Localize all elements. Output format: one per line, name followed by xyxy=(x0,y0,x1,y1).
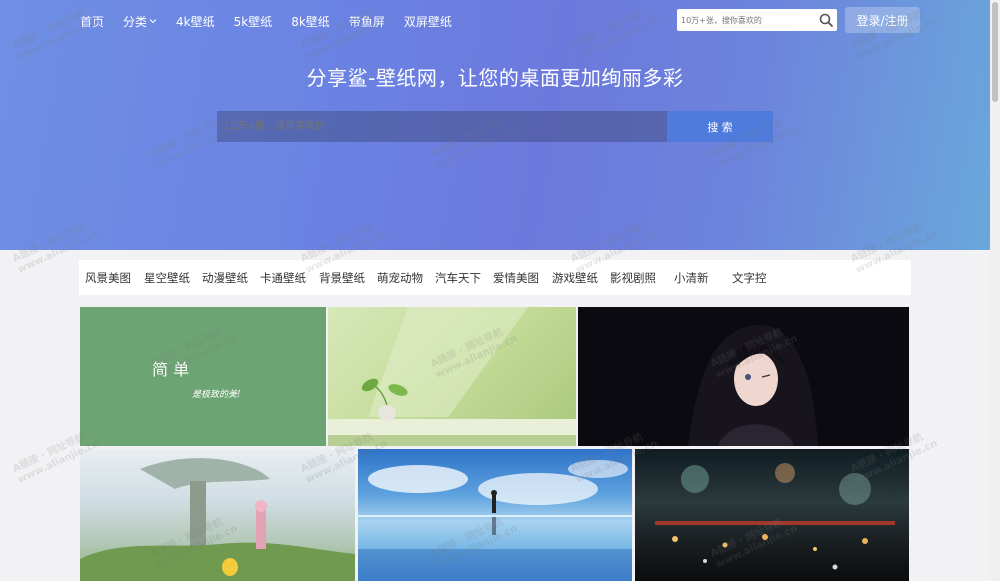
page-scrollbar[interactable] xyxy=(990,0,1000,581)
nav-ultrawide[interactable]: 带鱼屏 xyxy=(349,13,385,30)
wallpaper-image xyxy=(358,460,632,581)
category-background[interactable]: 背景壁纸 xyxy=(319,270,365,286)
wallpaper-tile-simple[interactable]: 简 单 是极致的美! xyxy=(80,307,326,446)
nav-8k[interactable]: 8k壁纸 xyxy=(291,13,330,30)
top-search-box xyxy=(677,9,837,31)
search-icon[interactable] xyxy=(818,12,834,28)
category-starry-sky[interactable]: 星空壁纸 xyxy=(144,270,190,286)
category-anime[interactable]: 动漫壁纸 xyxy=(202,270,248,286)
category-cartoon[interactable]: 卡通壁纸 xyxy=(260,270,306,286)
category-bar: 风景美图 星空壁纸 动漫壁纸 卡通壁纸 背景壁纸 萌宠动物 汽车天下 爱情美图 … xyxy=(79,260,911,295)
category-film[interactable]: 影视剧照 xyxy=(610,270,656,286)
nav-category[interactable]: 分类 xyxy=(123,13,157,30)
category-text[interactable]: 文字控 xyxy=(732,270,767,286)
wallpaper-image xyxy=(655,463,895,570)
hero-search: 搜 索 xyxy=(217,111,773,142)
category-love[interactable]: 爱情美图 xyxy=(493,270,539,286)
nav-4k[interactable]: 4k壁纸 xyxy=(176,13,215,30)
wallpaper-tile-anime-girl[interactable] xyxy=(578,307,909,446)
wallpaper-image xyxy=(80,458,355,581)
hero-search-button[interactable]: 搜 索 xyxy=(667,111,773,142)
wallpaper-image xyxy=(328,307,576,446)
nav-5k[interactable]: 5k壁纸 xyxy=(234,13,273,30)
chevron-down-icon xyxy=(149,19,157,24)
category-pets[interactable]: 萌宠动物 xyxy=(377,270,423,286)
wallpaper-image xyxy=(688,324,818,446)
top-search-input[interactable] xyxy=(677,9,817,31)
scrollbar-thumb[interactable] xyxy=(992,2,998,102)
category-scenery[interactable]: 风景美图 xyxy=(85,270,131,286)
svg-text:简 单: 简 单 xyxy=(152,360,189,379)
category-fresh[interactable]: 小清新 xyxy=(674,270,709,286)
nav-category-label: 分类 xyxy=(123,14,148,29)
category-games[interactable]: 游戏壁纸 xyxy=(552,270,598,286)
nav-home[interactable]: 首页 xyxy=(80,13,104,30)
wallpaper-tile-fantasy[interactable] xyxy=(80,449,355,581)
wallpaper-tile-sky-reflection[interactable] xyxy=(358,449,632,581)
hero-slogan: 分享鲨-壁纸网，让您的桌面更加绚丽多彩 xyxy=(306,66,684,90)
category-cars[interactable]: 汽车天下 xyxy=(435,270,481,286)
svg-text:是极致的美!: 是极致的美! xyxy=(192,389,241,400)
nav-dual-screen[interactable]: 双屏壁纸 xyxy=(404,13,452,30)
wallpaper-tile-bokeh[interactable] xyxy=(635,449,909,581)
wallpaper-tile-plant[interactable] xyxy=(328,307,576,446)
wallpaper-image: 简 单 是极致的美! xyxy=(152,360,241,400)
top-nav: 首页 分类 4k壁纸 5k壁纸 8k壁纸 带鱼屏 双屏壁纸 xyxy=(80,12,471,30)
hero-search-input[interactable] xyxy=(217,111,667,142)
login-register-button[interactable]: 登录/注册 xyxy=(845,7,920,33)
